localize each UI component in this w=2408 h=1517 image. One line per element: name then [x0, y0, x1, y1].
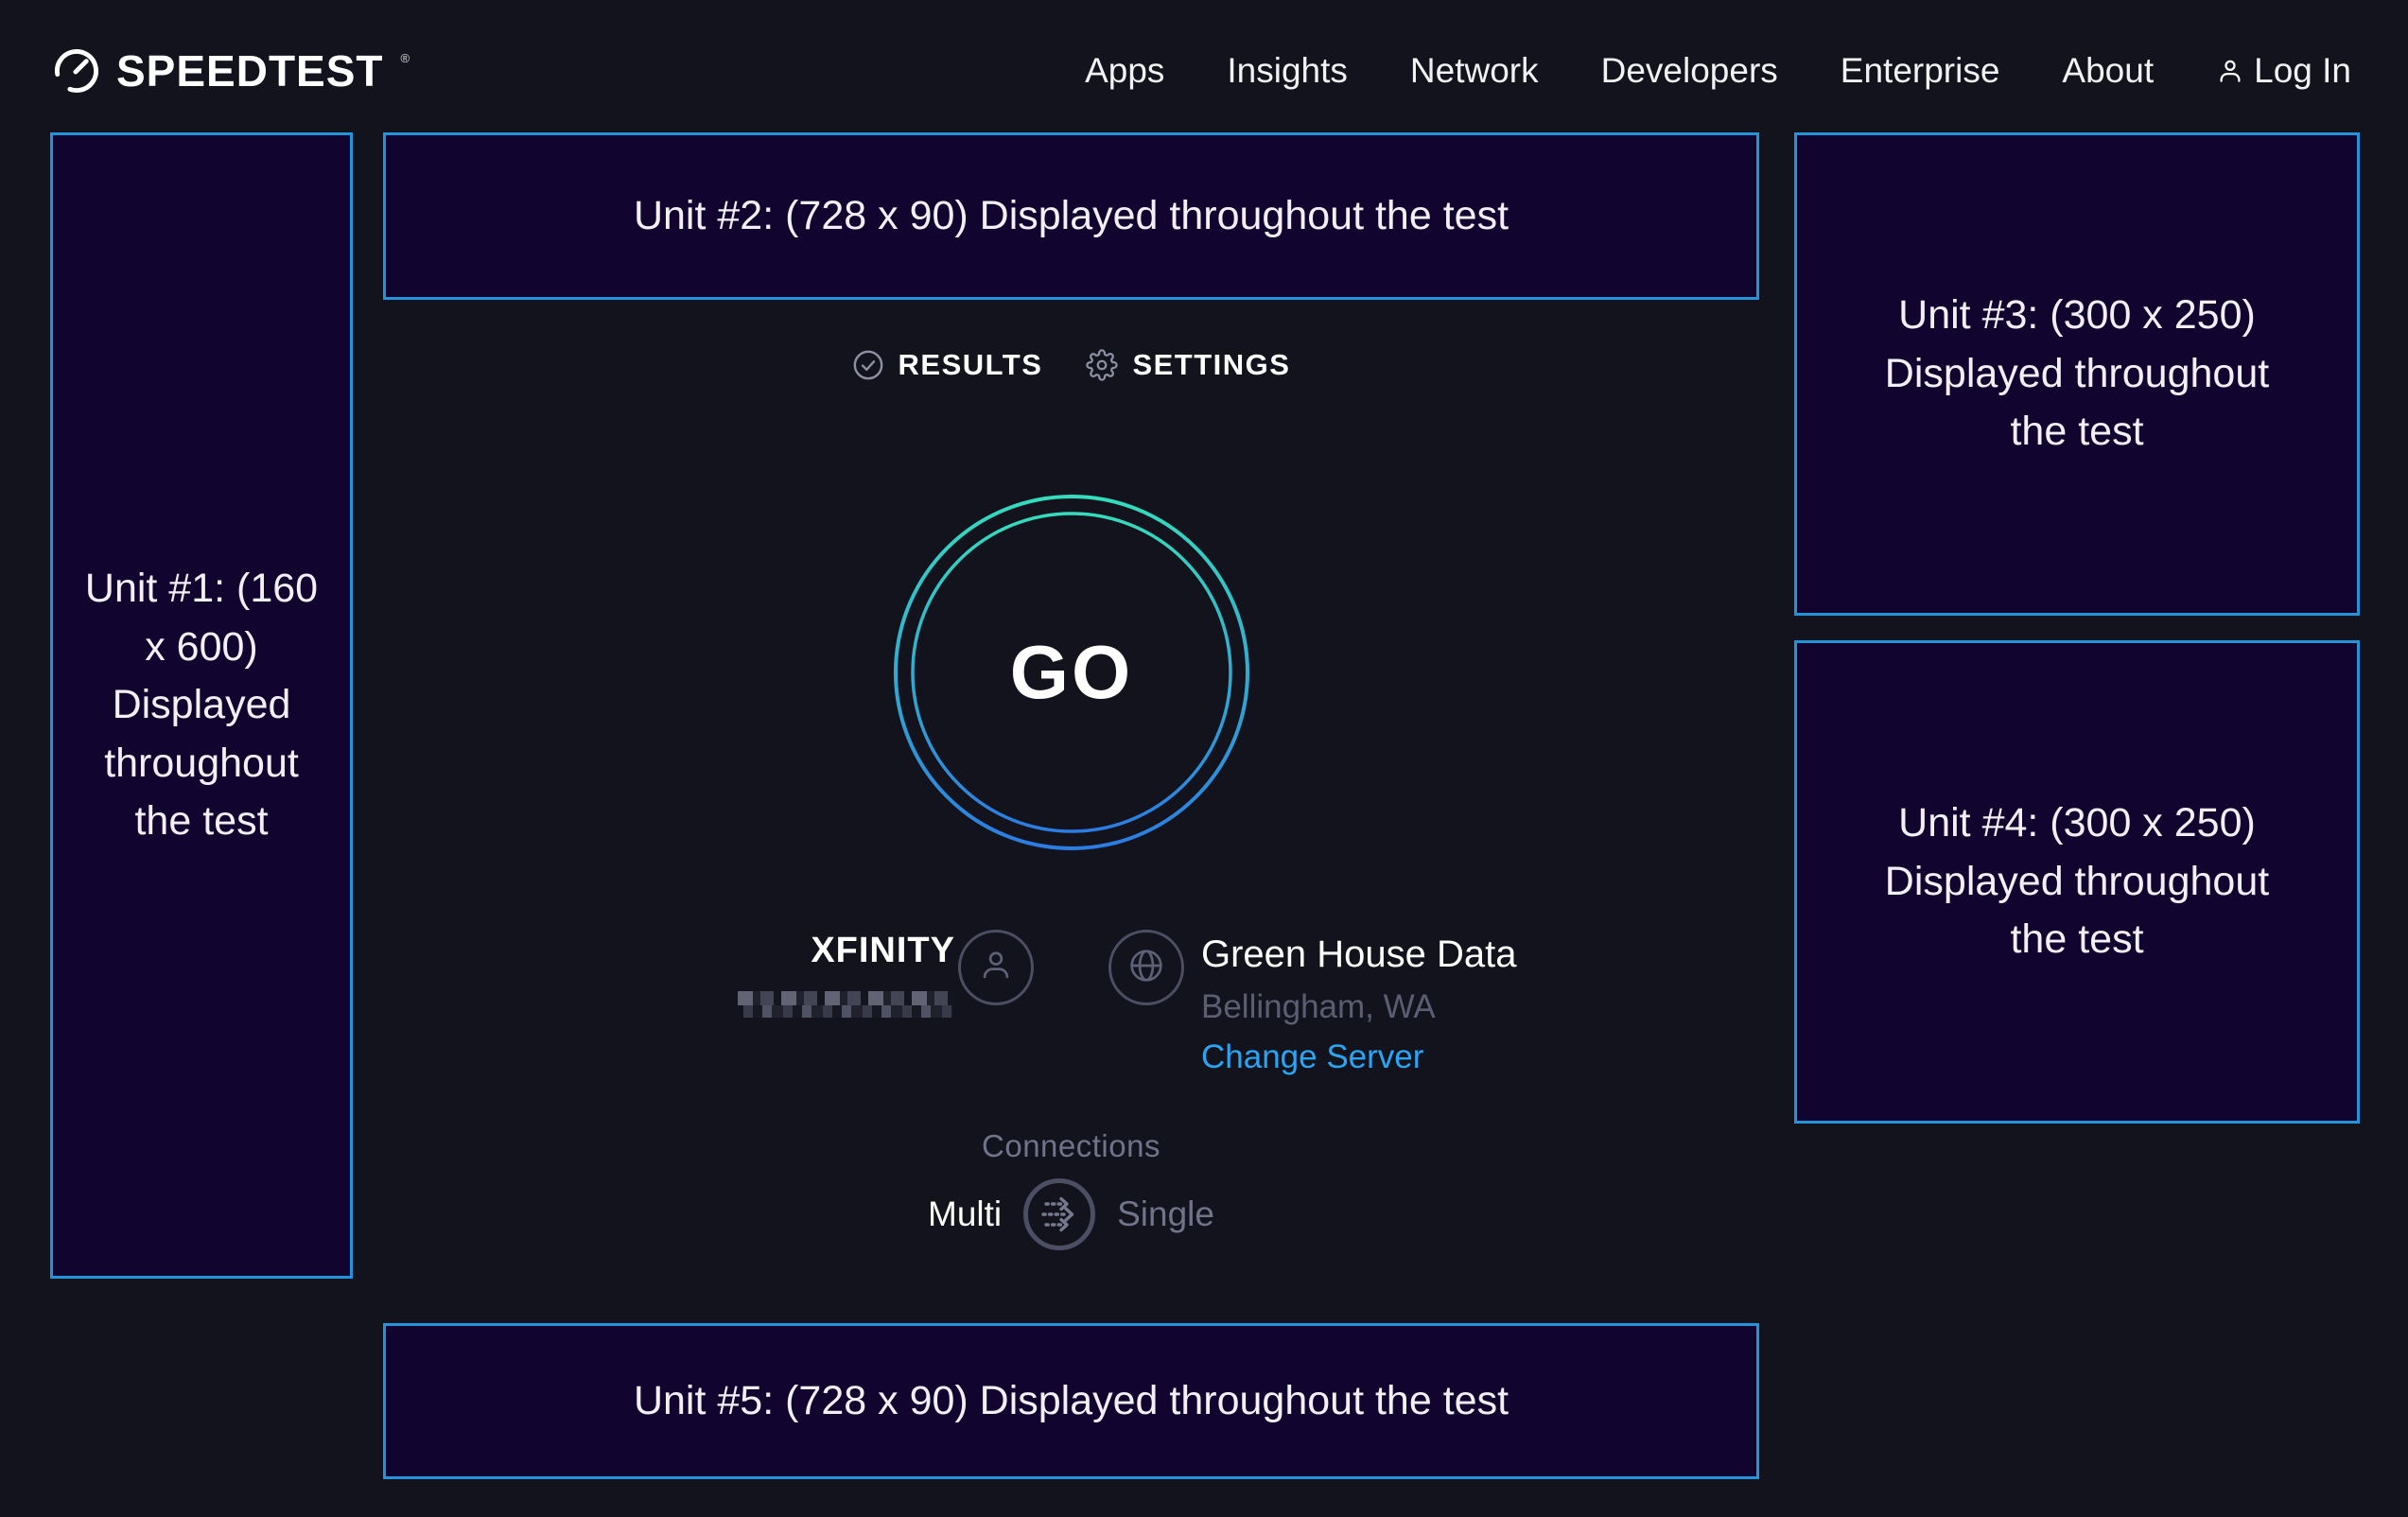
- login-button[interactable]: Log In: [2216, 51, 2351, 91]
- top-nav-bar: SPEEDTEST ® Apps Insights Network Develop…: [0, 0, 2408, 142]
- ad-unit-3-label: Unit #3: (300 x 250) Displayed throughou…: [1854, 287, 2300, 461]
- go-button[interactable]: GO: [882, 483, 1261, 862]
- isp-name: XFINITY: [662, 931, 955, 971]
- isp-ip-redacted: [738, 991, 953, 1018]
- nav-insights[interactable]: Insights: [1227, 51, 1348, 91]
- connections-toggle-row: Multi Single: [383, 1177, 1759, 1251]
- go-button-label: GO: [882, 483, 1261, 862]
- tab-settings[interactable]: SETTINGS: [1086, 348, 1290, 382]
- results-settings-tabs: RESULTS SETTINGS: [383, 342, 1759, 388]
- ad-unit-2-label: Unit #2: (728 x 90) Displayed throughout…: [634, 187, 1509, 245]
- ad-unit-2: Unit #2: (728 x 90) Displayed throughout…: [383, 132, 1759, 300]
- ad-unit-5-label: Unit #5: (728 x 90) Displayed throughout…: [634, 1372, 1509, 1430]
- logo-text: SPEEDTEST: [116, 45, 384, 96]
- ad-unit-3: Unit #3: (300 x 250) Displayed throughou…: [1794, 132, 2360, 616]
- connections-multi-option[interactable]: Multi: [928, 1194, 1002, 1234]
- globe-icon: [1125, 944, 1168, 992]
- login-label: Log In: [2254, 51, 2351, 91]
- server-globe-badge: [1108, 930, 1184, 1005]
- logo-trademark: ®: [401, 51, 410, 65]
- speedtest-logo[interactable]: SPEEDTEST ®: [52, 45, 408, 96]
- speedtest-page: SPEEDTEST ® Apps Insights Network Develop…: [0, 0, 2408, 1517]
- multi-connection-arrows-icon: [1022, 1177, 1096, 1251]
- nav-about[interactable]: About: [2062, 51, 2154, 91]
- check-circle-icon: [852, 349, 884, 381]
- connections-label: Connections: [383, 1128, 1759, 1164]
- tab-settings-label: SETTINGS: [1132, 348, 1290, 382]
- connections-toggle[interactable]: [1022, 1177, 1096, 1251]
- ad-unit-1: Unit #1: (160 x 600) Displayed throughou…: [50, 132, 353, 1279]
- tab-results[interactable]: RESULTS: [852, 348, 1043, 382]
- server-info: Green House Data Bellingham, WA Change S…: [1201, 933, 1517, 1076]
- gear-icon: [1086, 349, 1118, 381]
- tab-results-label: RESULTS: [899, 348, 1043, 382]
- server-name: Green House Data: [1201, 933, 1517, 976]
- ad-unit-1-label: Unit #1: (160 x 600) Displayed throughou…: [78, 560, 325, 850]
- user-icon: [2216, 57, 2244, 85]
- isp-avatar: [958, 930, 1034, 1005]
- speedtest-gauge-icon: [52, 46, 101, 96]
- nav-apps[interactable]: Apps: [1085, 51, 1164, 91]
- nav-enterprise[interactable]: Enterprise: [1841, 51, 2000, 91]
- main-nav: Apps Insights Network Developers Enterpr…: [1085, 51, 2351, 91]
- change-server-link[interactable]: Change Server: [1201, 1038, 1517, 1076]
- nav-network[interactable]: Network: [1410, 51, 1539, 91]
- nav-developers[interactable]: Developers: [1601, 51, 1778, 91]
- ad-unit-4: Unit #4: (300 x 250) Displayed throughou…: [1794, 640, 2360, 1124]
- person-icon: [975, 945, 1017, 991]
- connections-single-option[interactable]: Single: [1117, 1194, 1214, 1234]
- server-location: Bellingham, WA: [1201, 988, 1517, 1026]
- ad-unit-5: Unit #5: (728 x 90) Displayed throughout…: [383, 1323, 1759, 1479]
- ad-unit-4-label: Unit #4: (300 x 250) Displayed throughou…: [1854, 794, 2300, 968]
